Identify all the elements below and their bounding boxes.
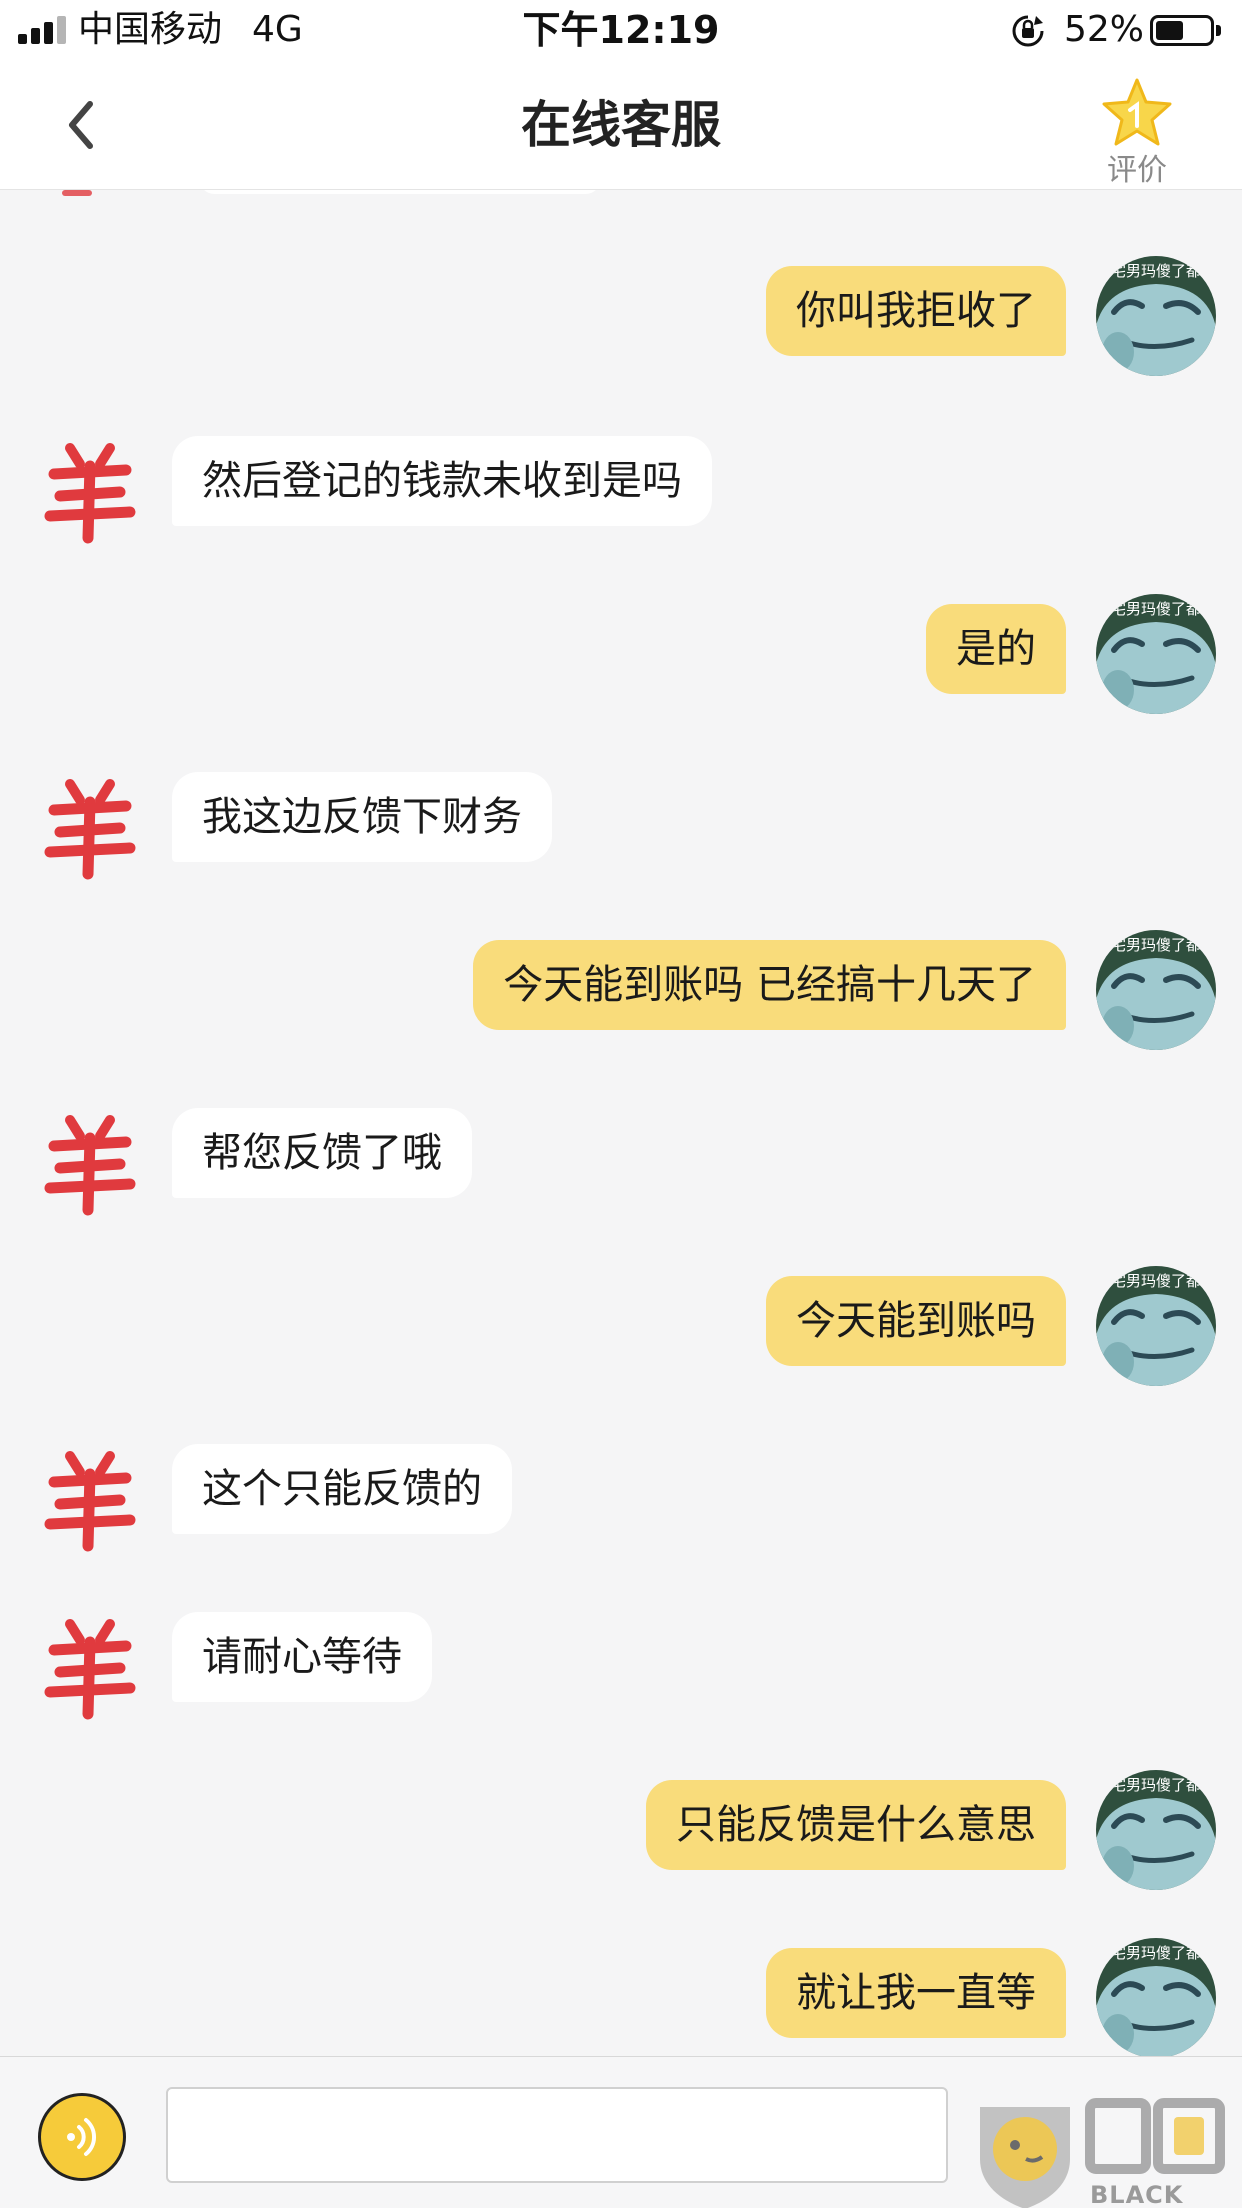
message-bubble[interactable]: 然后登记的钱款未收到是吗	[172, 436, 712, 526]
rate-button[interactable]: 评价	[1090, 74, 1184, 190]
yangmatou-logo-icon	[30, 1438, 150, 1558]
user-avatar[interactable]: 宅男玛傻了都	[1096, 1938, 1216, 2056]
svg-text:宅男玛傻了都: 宅男玛傻了都	[1111, 1944, 1201, 1962]
message-input-bar: BLACK CAT	[0, 2056, 1242, 2208]
message-user: 今天能到账吗 已经搞十几天了 宅男玛傻了都	[0, 930, 1242, 1050]
message-bubble[interactable]: 我这边反馈下财务	[172, 772, 552, 862]
message-bubble[interactable]: 就让我一直等	[766, 1948, 1066, 2038]
battery-level-fill	[1156, 21, 1183, 40]
page-title: 在线客服	[521, 96, 721, 154]
svg-text:宅男玛傻了都: 宅男玛傻了都	[1111, 262, 1201, 280]
agent-avatar[interactable]	[30, 1438, 150, 1558]
cartoon-avatar-image: 宅男玛傻了都	[1096, 256, 1216, 376]
status-time: 下午12:19	[522, 8, 720, 52]
chat-message-list[interactable]: 你叫我拒收了 宅男玛傻了都 然后登记的钱款未收到是吗 是的 宅男玛傻了都 我这边…	[0, 190, 1242, 2056]
clipped-agent-bubble	[200, 190, 600, 194]
battery-percentage: 52%	[1064, 9, 1145, 50]
message-bubble[interactable]: 你叫我拒收了	[766, 266, 1066, 356]
message-bubble[interactable]: 这个只能反馈的	[172, 1444, 512, 1534]
cartoon-avatar-image: 宅男玛傻了都	[1096, 1770, 1216, 1890]
message-user: 是的 宅男玛傻了都	[0, 594, 1242, 714]
message-agent: 这个只能反馈的	[0, 1434, 1242, 1558]
message-bubble[interactable]: 请耐心等待	[172, 1612, 432, 1702]
user-avatar[interactable]: 宅男玛傻了都	[1096, 1770, 1216, 1890]
cartoon-avatar-image: 宅男玛傻了都	[1096, 1266, 1216, 1386]
watermark-glyph	[1085, 2098, 1225, 2174]
message-user: 你叫我拒收了 宅男玛傻了都	[0, 256, 1242, 376]
message-agent: 然后登记的钱款未收到是吗	[0, 426, 1242, 550]
cartoon-avatar-image: 宅男玛傻了都	[1096, 1938, 1216, 2056]
user-avatar[interactable]: 宅男玛傻了都	[1096, 930, 1216, 1050]
voice-input-button[interactable]	[38, 2093, 126, 2181]
clipped-agent-logo	[62, 190, 92, 196]
message-bubble[interactable]: 是的	[926, 604, 1066, 694]
message-bubble[interactable]: 今天能到账吗 已经搞十几天了	[473, 940, 1066, 1030]
message-agent: 请耐心等待	[0, 1602, 1242, 1726]
svg-text:宅男玛傻了都: 宅男玛傻了都	[1111, 1272, 1201, 1290]
agent-avatar[interactable]	[30, 766, 150, 886]
yangmatou-logo-icon	[30, 1606, 150, 1726]
voice-wave-icon	[67, 2118, 97, 2156]
cartoon-avatar-image: 宅男玛傻了都	[1096, 930, 1216, 1050]
star-icon	[1102, 78, 1172, 146]
blackcat-watermark: BLACK CAT	[970, 2097, 1240, 2208]
agent-avatar[interactable]	[30, 1606, 150, 1726]
yangmatou-logo-icon	[30, 766, 150, 886]
yangmatou-logo-icon	[30, 430, 150, 550]
status-bar: 中国移动 4G 下午12:19 52%	[0, 0, 1242, 62]
message-bubble[interactable]: 今天能到账吗	[766, 1276, 1066, 1366]
message-agent: 我这边反馈下财务	[0, 762, 1242, 886]
message-bubble[interactable]: 只能反馈是什么意思	[646, 1780, 1066, 1870]
agent-avatar[interactable]	[30, 430, 150, 550]
watermark-text: BLACK CAT	[1090, 2181, 1184, 2208]
svg-text:宅男玛傻了都: 宅男玛傻了都	[1111, 600, 1201, 618]
battery-tip	[1216, 25, 1221, 36]
message-user: 今天能到账吗 宅男玛傻了都	[0, 1266, 1242, 1386]
user-avatar[interactable]: 宅男玛傻了都	[1096, 1266, 1216, 1386]
message-bubble[interactable]: 帮您反馈了哦	[172, 1108, 472, 1198]
svg-text:宅男玛傻了都: 宅男玛傻了都	[1111, 936, 1201, 954]
yangmatou-logo-icon	[30, 1102, 150, 1222]
agent-avatar[interactable]	[30, 1102, 150, 1222]
battery-icon	[1150, 15, 1214, 46]
rate-label: 评价	[1107, 153, 1167, 188]
navigation-bar: 在线客服 评价	[0, 62, 1242, 190]
user-avatar[interactable]: 宅男玛傻了都	[1096, 594, 1216, 714]
cartoon-avatar-image: 宅男玛傻了都	[1096, 594, 1216, 714]
message-user: 就让我一直等 宅男玛傻了都	[0, 1938, 1242, 2056]
user-avatar[interactable]: 宅男玛傻了都	[1096, 256, 1216, 376]
rotation-lock-icon	[1012, 15, 1044, 47]
cat-shield-logo	[980, 2107, 1070, 2208]
message-agent: 帮您反馈了哦	[0, 1098, 1242, 1222]
message-input[interactable]	[166, 2087, 948, 2183]
message-user: 只能反馈是什么意思 宅男玛傻了都	[0, 1770, 1242, 1890]
svg-text:宅男玛傻了都: 宅男玛傻了都	[1111, 1776, 1201, 1794]
